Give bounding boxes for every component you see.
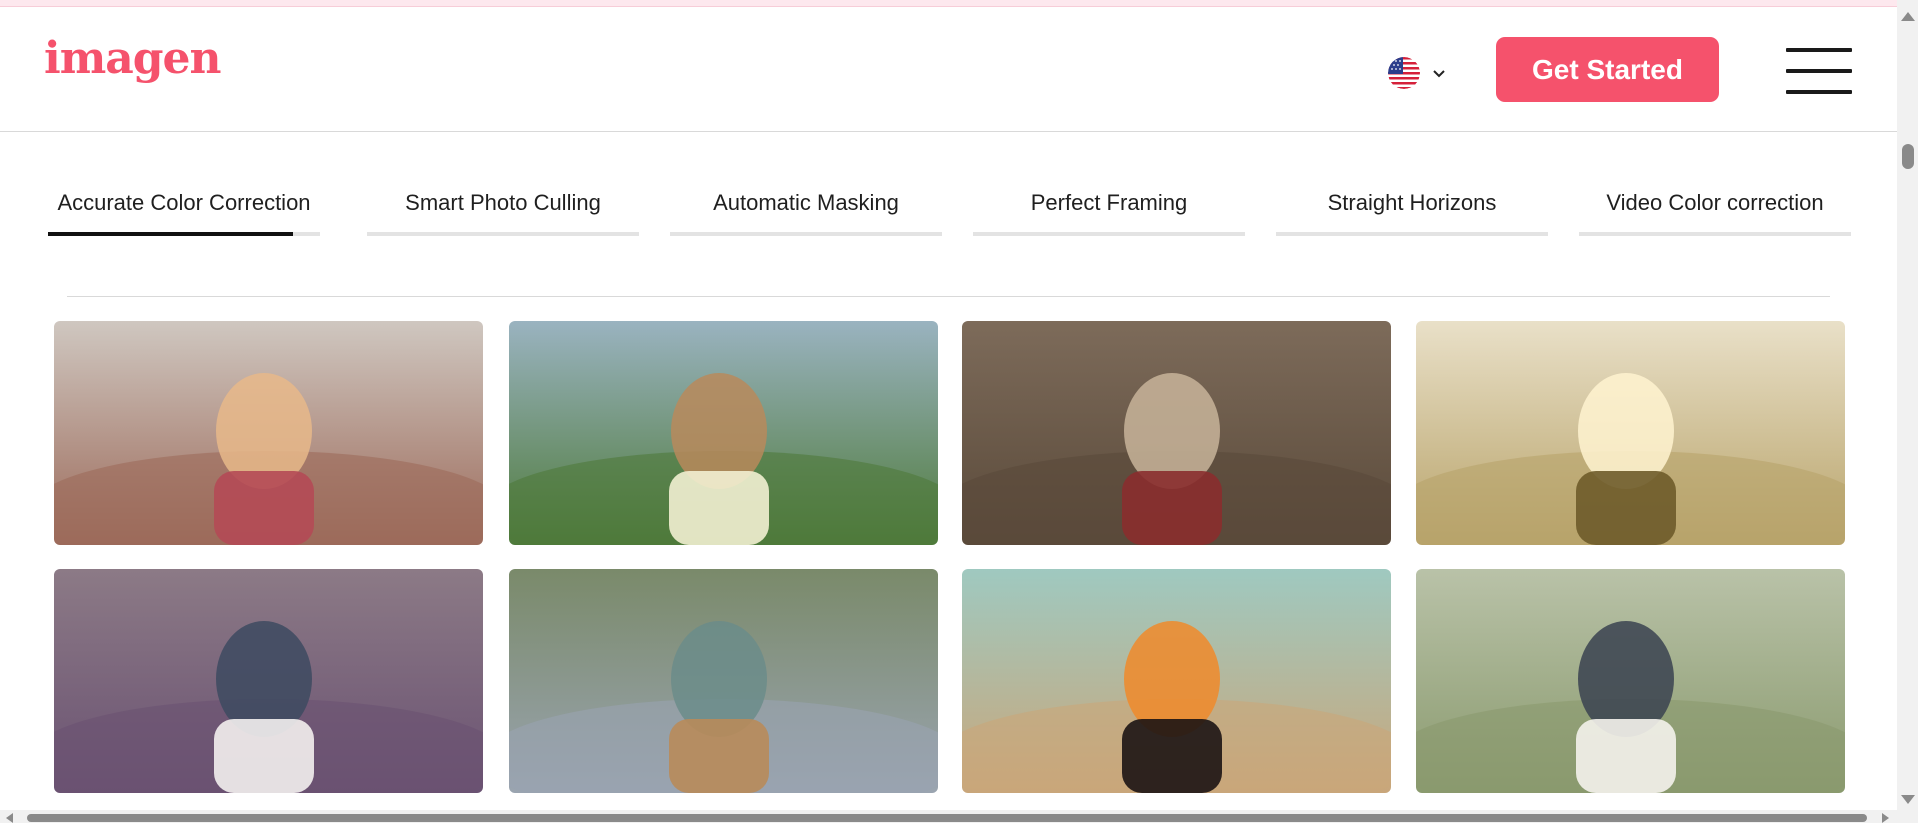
tab-accurate-color-correction[interactable]: Accurate Color Correction: [48, 180, 320, 236]
site-header: imagen Get Started: [0, 7, 1897, 132]
feature-tabs: Accurate Color Correction Smart Photo Cul…: [48, 180, 1851, 236]
tab-progress-fill: [48, 232, 293, 236]
hamburger-menu-icon[interactable]: [1786, 48, 1852, 94]
photo-wedding-couple-field: [1416, 569, 1845, 793]
horizontal-scrollbar[interactable]: [0, 810, 1918, 823]
tab-label: Video Color correction: [1606, 190, 1824, 215]
scroll-right-arrow-icon[interactable]: [1882, 813, 1889, 823]
tab-label: Perfect Framing: [1030, 190, 1188, 215]
tab-label: Accurate Color Correction: [57, 190, 311, 215]
vertical-scrollbar-thumb[interactable]: [1902, 144, 1914, 169]
vertical-scrollbar[interactable]: [1897, 0, 1918, 810]
photo-friends-lake-dock: [509, 569, 938, 793]
tab-label: Smart Photo Culling: [405, 190, 601, 215]
tab-perfect-framing[interactable]: Perfect Framing: [973, 180, 1245, 236]
tab-label: Automatic Masking: [713, 190, 899, 215]
tab-progress-track: [670, 232, 942, 236]
horizontal-scrollbar-thumb[interactable]: [27, 814, 1867, 822]
top-accent-stripe: [0, 0, 1897, 7]
tab-smart-photo-culling[interactable]: Smart Photo Culling: [367, 180, 639, 236]
imagen-logo[interactable]: imagen: [44, 37, 222, 81]
tab-automatic-masking[interactable]: Automatic Masking: [670, 180, 942, 236]
photo-woman-sunglasses-lying: [962, 569, 1391, 793]
section-divider: [67, 296, 1830, 297]
tab-video-color-correction[interactable]: Video Color correction: [1579, 180, 1851, 236]
us-flag-icon: [1388, 57, 1420, 89]
get-started-button[interactable]: Get Started: [1496, 37, 1719, 102]
page: imagen Get Started Accurate Color Correc…: [0, 0, 1918, 823]
photo-surfers-sunset: [1416, 321, 1845, 545]
tab-progress-track: [367, 232, 639, 236]
scroll-down-arrow-icon[interactable]: [1901, 795, 1915, 804]
tab-straight-horizons[interactable]: Straight Horizons: [1276, 180, 1548, 236]
tab-progress-track: [1579, 232, 1851, 236]
chevron-down-icon: [1433, 70, 1445, 78]
photo-couple-lavender-field: [54, 569, 483, 793]
photo-couple-forest-walk: [962, 321, 1391, 545]
tab-label: Straight Horizons: [1327, 190, 1497, 215]
photo-woman-dancing-meadow: [509, 321, 938, 545]
tab-progress-track: [973, 232, 1245, 236]
tab-progress-track: [1276, 232, 1548, 236]
photo-woman-smiling-wind: [54, 321, 483, 545]
scroll-left-arrow-icon[interactable]: [6, 813, 13, 823]
language-selector[interactable]: [1388, 55, 1448, 91]
scroll-up-arrow-icon[interactable]: [1901, 12, 1915, 21]
